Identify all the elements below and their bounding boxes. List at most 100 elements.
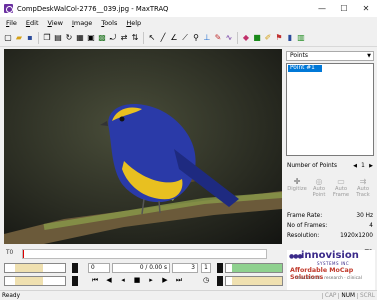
range-marker-right[interactable] — [217, 263, 223, 273]
minimize-button[interactable]: — — [311, 0, 333, 17]
start-range-fill — [15, 264, 43, 272]
start-range-lower-fill — [15, 277, 43, 285]
select-arrow-icon[interactable]: ↖ — [147, 32, 157, 43]
rotate-icon[interactable]: ⤾ — [108, 32, 118, 43]
points-dropdown-label: Points — [290, 52, 309, 59]
start-range-lower[interactable] — [4, 276, 66, 286]
scale-bar-icon[interactable]: ⊥ — [202, 32, 212, 43]
menu-view[interactable]: View — [48, 19, 63, 27]
resolution-value: 1920x1200 — [340, 233, 373, 239]
frames-row: No of Frames: 4 — [287, 221, 373, 231]
play-back-icon[interactable]: ◂ — [118, 276, 128, 284]
stop-icon[interactable]: ■ — [132, 276, 142, 284]
frame-rate-label: Frame Rate: — [287, 213, 323, 219]
info-panel: Frame Rate: 30 Hz No of Frames: 4 Resolu… — [287, 211, 373, 241]
brush-icon[interactable]: ✐ — [263, 32, 273, 43]
tool-buttons: ✛ Digitize ◎ Auto Point ▭ Auto Frame ⇉ A… — [286, 177, 374, 205]
measure-icon[interactable]: ⟋ — [180, 32, 190, 43]
num-points-value: 1 — [361, 163, 365, 169]
side-panel: Points ▼ Point #1 Number of Points ◀ 1 ▶… — [285, 49, 375, 245]
frames-label: No of Frames: — [287, 223, 328, 229]
timeline-track[interactable] — [22, 249, 267, 259]
book-icon[interactable]: ▮ — [285, 32, 295, 43]
pen-tool-icon[interactable]: ✎ — [213, 32, 223, 43]
stick-figure-icon[interactable]: ⚲ — [191, 32, 201, 43]
status-scrl: SCRL — [357, 292, 377, 299]
last-frame-icon[interactable]: ⏭ — [174, 276, 184, 285]
window-title: CompDeskWalCol-2776__039.jpg - MaxTRAQ — [17, 4, 169, 13]
grid-icon[interactable]: ▦ — [75, 32, 85, 43]
maximize-button[interactable]: ☐ — [333, 0, 355, 17]
close-button[interactable]: ✕ — [355, 0, 377, 17]
menu-help[interactable]: Help — [126, 19, 141, 27]
points-dropdown[interactable]: Points ▼ — [286, 51, 374, 61]
frame-end-field[interactable]: 3 — [172, 263, 198, 273]
decrement-icon[interactable]: ◀ — [351, 163, 359, 169]
menu-edit[interactable]: Edit — [26, 19, 39, 27]
chevron-down-icon: ▼ — [367, 53, 371, 59]
auto-frame-label: Auto Frame — [332, 186, 350, 198]
frame-rate-value: 30 Hz — [356, 213, 373, 219]
speed-field[interactable]: 1 — [201, 263, 211, 273]
menu-bar: File Edit View Image Tools Help — [0, 17, 377, 29]
status-num: NUM — [338, 292, 357, 299]
status-cap: CAP — [321, 292, 339, 299]
logo-subtitle: SYSTEMS INC — [317, 261, 350, 266]
toolbar-separator — [237, 31, 238, 44]
print-icon[interactable]: ▤ — [53, 32, 63, 43]
digitize-button[interactable]: ✛ Digitize — [286, 177, 308, 205]
scale-icon[interactable]: ⇅ — [130, 32, 140, 43]
palette-icon[interactable]: ■ — [252, 32, 262, 43]
digitize-label: Digitize — [287, 186, 307, 192]
increment-icon[interactable]: ▶ — [367, 163, 375, 169]
step-forward-icon[interactable]: ▶ — [160, 276, 170, 284]
auto-point-button[interactable]: ◎ Auto Point — [308, 177, 330, 205]
new-file-icon[interactable]: ▢ — [3, 32, 13, 43]
chart-icon[interactable]: ▥ — [296, 32, 306, 43]
end-range-fill — [232, 264, 282, 272]
menu-image[interactable]: Image — [72, 19, 92, 27]
logo-dots: ●●● — [289, 253, 303, 260]
angle-tool-icon[interactable]: ∠ — [169, 32, 179, 43]
frame-time-field[interactable]: 0 / 0.00 s — [112, 263, 170, 273]
flip-icon[interactable]: ⇄ — [119, 32, 129, 43]
flag-icon[interactable]: ⚑ — [274, 32, 284, 43]
video-frame[interactable] — [4, 49, 282, 244]
auto-track-button[interactable]: ⇉ Auto Track — [352, 177, 374, 205]
step-back-icon[interactable]: ◀ — [104, 276, 114, 284]
refresh-icon[interactable]: ↻ — [64, 32, 74, 43]
save-icon[interactable]: ▪ — [25, 32, 35, 43]
auto-point-label: Auto Point — [312, 186, 326, 198]
bird-photo — [4, 49, 282, 244]
num-points-label: Number of Points — [287, 163, 337, 169]
image-icon[interactable]: ▩ — [97, 32, 107, 43]
range-marker-right-lower[interactable] — [217, 276, 223, 286]
menu-file[interactable]: File — [6, 19, 17, 27]
end-range-lower[interactable] — [225, 276, 283, 286]
list-item[interactable]: Point #1 — [288, 65, 322, 72]
points-list[interactable]: Point #1 — [286, 63, 374, 156]
auto-frame-button[interactable]: ▭ Auto Frame — [330, 177, 352, 205]
toolbar-separator — [143, 31, 144, 44]
status-text: Ready — [2, 292, 20, 299]
frame-start-field[interactable]: 0 — [88, 263, 110, 273]
eraser-icon[interactable]: ◆ — [241, 32, 251, 43]
logo-name: innovision — [301, 250, 359, 261]
range-marker-left-lower[interactable] — [72, 276, 78, 286]
num-points-row: Number of Points ◀ 1 ▶ — [287, 161, 375, 171]
play-icon[interactable]: ▸ — [146, 276, 156, 284]
right-transport: 1 ◷ — [201, 261, 285, 289]
range-marker-left[interactable] — [72, 263, 78, 273]
timeline-start-label: T0 — [6, 250, 14, 256]
clock-icon[interactable]: ◷ — [201, 276, 211, 284]
start-range[interactable] — [4, 263, 66, 273]
first-frame-icon[interactable]: ⏮ — [90, 276, 100, 285]
wave-icon[interactable]: ∿ — [224, 32, 234, 43]
menu-tools[interactable]: Tools — [101, 19, 117, 27]
frame-icon[interactable]: ▣ — [86, 32, 96, 43]
copy-icon[interactable]: ❐ — [42, 32, 52, 43]
end-range-lower-fill — [232, 277, 282, 285]
line-tool-icon[interactable]: ╱ — [158, 32, 168, 43]
open-folder-icon[interactable]: ▰ — [14, 32, 24, 43]
end-range[interactable] — [225, 263, 283, 273]
